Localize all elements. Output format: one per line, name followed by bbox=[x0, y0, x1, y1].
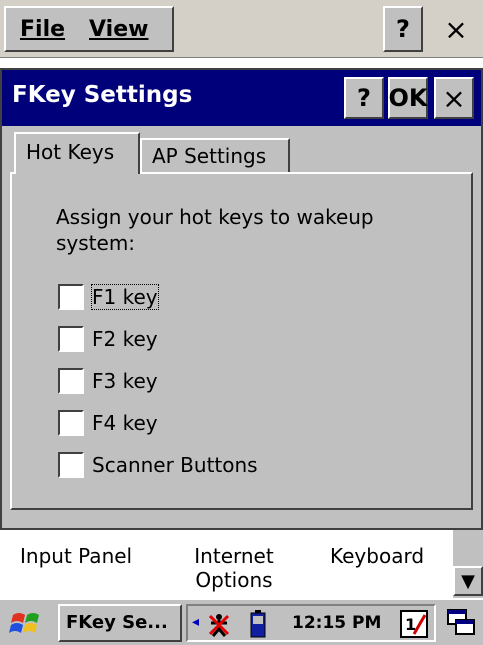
fkey-settings-dialog: FKey Settings ? OK × Assign your hot key… bbox=[0, 68, 483, 530]
system-tray: ◂ 12:15 PM 1 bbox=[186, 604, 436, 642]
f2-label: F2 key bbox=[92, 327, 158, 351]
menu-group: File View bbox=[4, 6, 174, 52]
cp-item-internet-options[interactable]: Internet Options bbox=[184, 544, 284, 592]
desktop-windows-icon[interactable] bbox=[446, 608, 476, 638]
option-f3-key[interactable]: F3 key bbox=[58, 368, 158, 394]
option-f4-key[interactable]: F4 key bbox=[58, 410, 158, 436]
cp-item-input-panel[interactable]: Input Panel bbox=[20, 544, 132, 568]
app-menu-bar: File View ? × bbox=[0, 0, 483, 58]
cp-item-keyboard[interactable]: Keyboard bbox=[330, 544, 424, 568]
taskbar-task-fkey[interactable]: FKey Se... bbox=[58, 604, 182, 642]
network-disconnected-icon[interactable] bbox=[206, 612, 232, 638]
option-scanner-buttons[interactable]: Scanner Buttons bbox=[58, 452, 258, 478]
clock[interactable]: 12:15 PM bbox=[292, 613, 381, 633]
f3-label: F3 key bbox=[92, 369, 158, 393]
f1-label: F1 key bbox=[91, 284, 159, 310]
instruction-text: Assign your hot keys to wakeup system: bbox=[56, 205, 374, 255]
f3-checkbox[interactable] bbox=[58, 368, 84, 394]
f4-label: F4 key bbox=[92, 411, 158, 435]
volume-arrow-icon[interactable]: ◂ bbox=[192, 614, 199, 630]
tab-panel: Assign your hot keys to wakeup system: F… bbox=[10, 172, 473, 510]
windows-flag-icon bbox=[9, 613, 39, 633]
scroll-down-button[interactable]: ▼ bbox=[453, 566, 483, 596]
chevron-down-icon: ▼ bbox=[461, 570, 475, 592]
battery-icon[interactable] bbox=[250, 610, 266, 638]
menu-view[interactable]: View bbox=[89, 17, 148, 42]
ok-button[interactable]: OK bbox=[388, 77, 428, 119]
option-f1-key[interactable]: F1 key bbox=[58, 284, 159, 310]
dialog-titlebar: FKey Settings ? OK × bbox=[2, 70, 481, 126]
option-f2-key[interactable]: F2 key bbox=[58, 326, 158, 352]
dialog-title: FKey Settings bbox=[12, 82, 193, 108]
help-button[interactable]: ? bbox=[344, 77, 384, 119]
menu-file[interactable]: File bbox=[20, 17, 65, 42]
input-method-icon[interactable]: 1 bbox=[400, 610, 428, 638]
f4-checkbox[interactable] bbox=[58, 410, 84, 436]
scrollbar[interactable]: ▼ bbox=[453, 530, 483, 598]
app-close-button[interactable]: × bbox=[436, 6, 476, 52]
scanner-label: Scanner Buttons bbox=[92, 453, 258, 477]
f1-checkbox[interactable] bbox=[58, 284, 84, 310]
taskbar: FKey Se... ◂ 12:15 PM 1 bbox=[0, 598, 483, 645]
f2-checkbox[interactable] bbox=[58, 326, 84, 352]
close-button[interactable]: × bbox=[434, 77, 474, 119]
control-panel-list: Input Panel Internet Options Keyboard bbox=[0, 530, 483, 598]
tab-hot-keys[interactable]: Hot Keys bbox=[14, 132, 140, 174]
scanner-checkbox[interactable] bbox=[58, 452, 84, 478]
app-help-button[interactable]: ? bbox=[383, 6, 423, 52]
tab-ap-settings[interactable]: AP Settings bbox=[140, 138, 290, 172]
start-button[interactable] bbox=[4, 606, 48, 642]
